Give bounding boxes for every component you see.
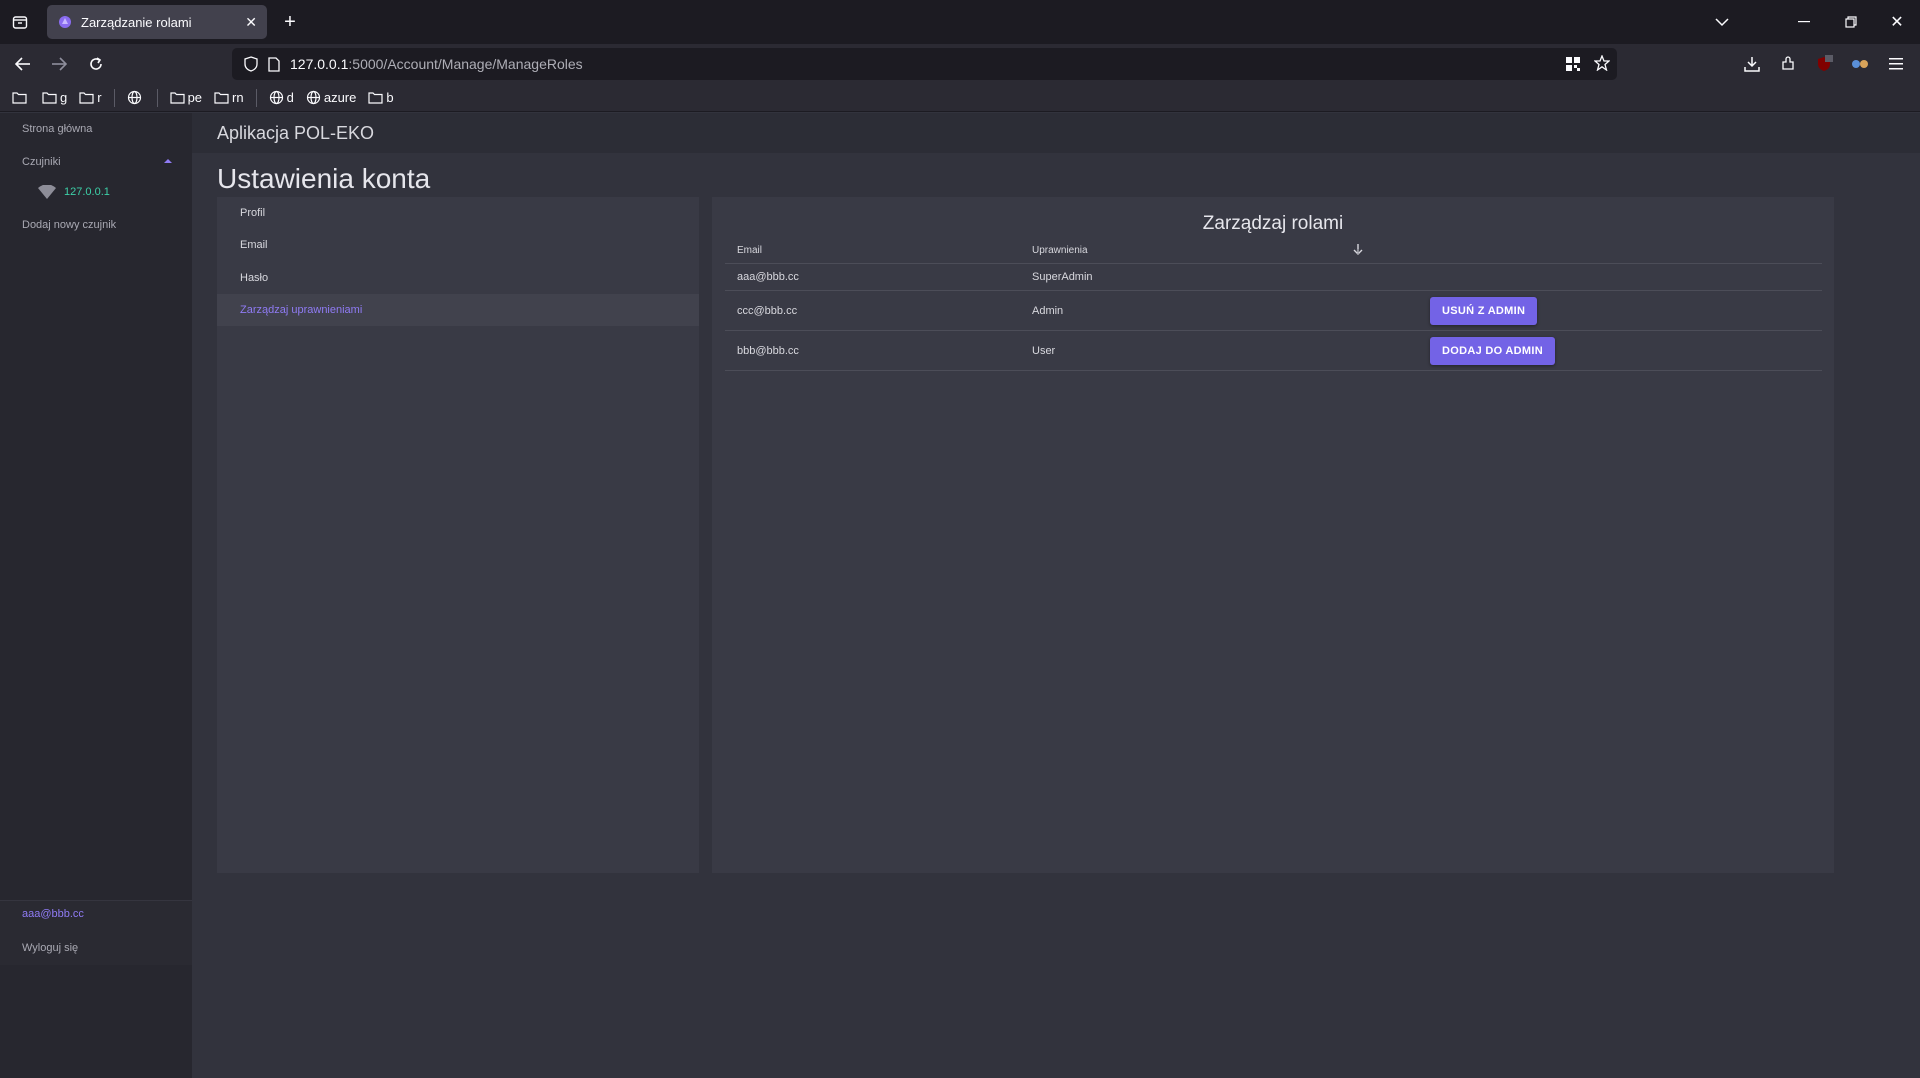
downloads-icon[interactable] (1742, 54, 1762, 74)
header-email[interactable]: Email (737, 245, 762, 256)
minimize-icon[interactable] (1794, 12, 1814, 32)
url-bar[interactable]: 127.0.0.1:5000/Account/Manage/ManageRole… (232, 48, 1617, 80)
globe-icon (269, 90, 283, 105)
row-role: SuperAdmin (1032, 271, 1093, 283)
table-row: ccc@bbb.cc Admin USUŃ Z ADMIN (725, 291, 1822, 331)
bookmarks-bar: g r pe rn d azure b (0, 84, 1920, 112)
browser-tab-bar: Zarządzanie rolami ✕ + ✕ (0, 0, 1920, 44)
sidebar-user-email[interactable]: aaa@bbb.cc (22, 908, 84, 920)
folder-icon (214, 92, 229, 104)
profile-extension-icon[interactable] (1850, 54, 1870, 74)
forward-icon[interactable] (48, 54, 70, 74)
url-path: :5000/Account/Manage/ManageRoles (348, 56, 583, 72)
menu-item-password[interactable]: Hasło (217, 262, 699, 294)
row-role: Admin (1032, 304, 1064, 317)
folder-icon (42, 92, 57, 104)
menu-hamburger-icon[interactable] (1886, 54, 1906, 74)
tab-title: Zarządzanie rolami (81, 14, 192, 30)
row-email: aaa@bbb.cc (737, 271, 799, 283)
bookmark-folder-b[interactable]: b (368, 90, 394, 105)
sensor-ip: 127.0.0.1 (64, 186, 110, 198)
sidebar-item-home[interactable]: Strona główna (22, 123, 92, 135)
table-header: Email Uprawnienia 1 (725, 239, 1822, 264)
qr-code-icon[interactable] (1566, 57, 1580, 71)
app-bar: Aplikacja POL-EKO (192, 113, 1920, 153)
browser-tab-active[interactable]: Zarządzanie rolami ✕ (47, 5, 267, 39)
bookmark-folder-pe[interactable]: pe (169, 90, 202, 105)
menu-item-email[interactable]: Email (217, 229, 699, 261)
page-info-icon[interactable] (268, 56, 280, 72)
page-title: Ustawienia konta (217, 163, 431, 194)
bookmark-star-icon[interactable] (1594, 55, 1610, 71)
bookmark-globe[interactable] (127, 90, 145, 105)
ublock-icon[interactable] (1814, 54, 1834, 74)
table-row: aaa@bbb.cc SuperAdmin (725, 264, 1822, 291)
menu-item-profile[interactable]: Profil (217, 197, 699, 229)
extensions-icon[interactable] (1778, 54, 1798, 74)
back-icon[interactable] (12, 54, 34, 74)
new-tab-icon[interactable]: + (280, 11, 300, 33)
sort-index: 1 (1356, 249, 1360, 256)
add-to-admin-button[interactable]: DODAJ DO ADMIN (1430, 336, 1555, 365)
tracking-shield-icon[interactable] (244, 56, 258, 72)
reload-icon[interactable] (85, 54, 107, 74)
sort-control[interactable]: 1 (1353, 243, 1363, 256)
row-role: User (1032, 344, 1056, 357)
manage-roles-card: Zarządzaj rolami Email Uprawnienia 1 aaa… (712, 197, 1834, 873)
folder-icon (12, 92, 27, 104)
globe-icon (306, 90, 320, 105)
restore-icon[interactable] (1841, 12, 1861, 32)
remove-from-admin-button[interactable]: USUŃ Z ADMIN (1430, 296, 1538, 325)
app-title: Aplikacja POL-EKO (217, 123, 375, 143)
close-window-icon[interactable]: ✕ (1887, 12, 1907, 32)
tab-overview-icon[interactable] (10, 12, 30, 32)
header-role[interactable]: Uprawnienia (1032, 245, 1088, 256)
bookmark-separator (255, 88, 257, 107)
roles-table: Email Uprawnienia 1 aaa@bbb.cc SuperAdmi… (725, 239, 1822, 371)
table-row: bbb@bbb.cc User DODAJ DO ADMIN (725, 331, 1822, 371)
sidebar-logout[interactable]: Wyloguj się (22, 942, 78, 954)
tab-close-icon[interactable]: ✕ (245, 14, 257, 31)
app-favicon-icon (57, 14, 73, 30)
sidebar-item-add-sensor[interactable]: Dodaj nowy czujnik (22, 219, 116, 231)
list-tabs-icon[interactable] (1712, 12, 1732, 32)
bookmark-azure[interactable]: azure (306, 90, 356, 105)
row-email: ccc@bbb.cc (737, 304, 798, 317)
folder-icon (368, 92, 383, 104)
folder-icon (169, 92, 185, 104)
roles-title: Zarządzaj rolami (1202, 213, 1344, 234)
chevron-up-icon[interactable] (164, 158, 172, 164)
url-host: 127.0.0.1 (290, 56, 349, 72)
bookmark-d[interactable]: d (269, 90, 294, 105)
wifi-icon (38, 185, 56, 199)
bookmark-separator (113, 88, 115, 107)
globe-icon (127, 90, 141, 105)
bookmark-separator (156, 88, 158, 107)
menu-item-manage-permissions[interactable]: Zarządzaj uprawnieniami (217, 294, 699, 326)
sidebar-item-sensors[interactable]: Czujniki (22, 156, 61, 168)
folder-icon (79, 92, 94, 104)
bookmark-folder-root[interactable] (12, 91, 30, 104)
bookmark-folder-rn[interactable]: rn (214, 90, 244, 105)
row-email: bbb@bbb.cc (737, 344, 799, 357)
bookmark-folder-g[interactable]: g (42, 90, 67, 105)
bookmark-folder-r[interactable]: r (79, 90, 102, 105)
account-menu-card: Profil Email Hasło Zarządzaj uprawnienia… (217, 197, 699, 873)
sidebar-item-sensor[interactable]: 127.0.0.1 (38, 185, 110, 199)
browser-nav-bar: 127.0.0.1:5000/Account/Manage/ManageRole… (0, 44, 1920, 84)
